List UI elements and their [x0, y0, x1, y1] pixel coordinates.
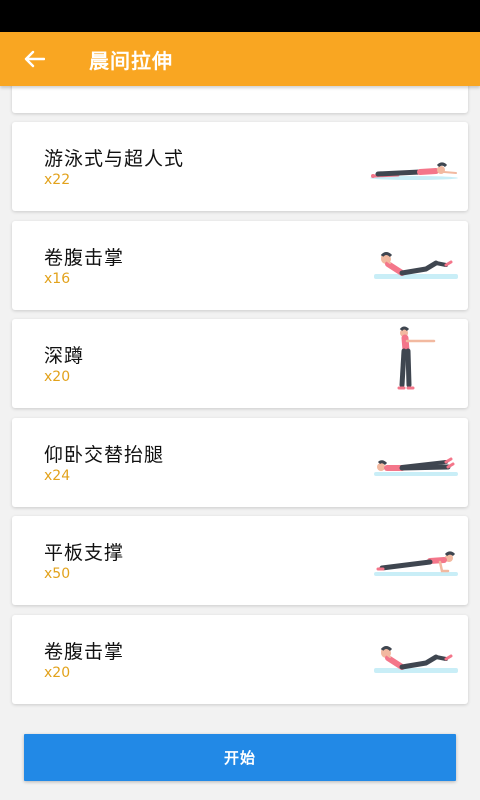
exercise-list[interactable]: x20 游泳式与超人式 x22 卷腹击掌 x16	[0, 86, 480, 714]
superman-exercise-icon	[370, 162, 458, 180]
exercise-card[interactable]: 卷腹击掌 x20	[12, 615, 468, 704]
start-button[interactable]: 开始	[24, 734, 456, 781]
arrow-left-icon	[24, 50, 45, 68]
exercise-reps: x16	[44, 271, 71, 287]
crunch-exercise-icon	[374, 252, 458, 279]
leg-raise-exercise-icon	[374, 457, 458, 476]
exercise-name: 深蹲	[44, 345, 85, 367]
page-title: 晨间拉伸	[89, 48, 173, 73]
squat-exercise-icon	[397, 326, 436, 390]
exercise-reps: x20	[44, 369, 71, 385]
status-bar	[0, 0, 480, 32]
app-bar: 晨间拉伸	[0, 32, 480, 86]
exercise-reps: x50	[44, 566, 71, 582]
exercise-name: 平板支撑	[44, 542, 125, 564]
exercise-reps: x20	[44, 86, 70, 90]
exercise-card[interactable]: 深蹲 x20	[12, 319, 468, 408]
exercise-card[interactable]: 仰卧交替抬腿 x24	[12, 418, 468, 507]
exercise-reps: x22	[44, 172, 71, 188]
exercise-card[interactable]: 平板支撑 x50	[12, 516, 468, 605]
plank-exercise-icon	[374, 551, 458, 576]
crunch-exercise-icon	[374, 646, 458, 673]
exercise-reps: x20	[44, 665, 71, 681]
exercise-name: 卷腹击掌	[44, 247, 125, 269]
exercise-reps: x24	[44, 468, 71, 484]
exercise-card[interactable]: x20	[12, 86, 468, 113]
exercise-card[interactable]: 游泳式与超人式 x22	[12, 122, 468, 211]
back-button[interactable]	[17, 42, 51, 76]
exercise-name: 卷腹击掌	[44, 641, 125, 663]
exercise-name: 仰卧交替抬腿	[44, 444, 165, 466]
exercise-name: 游泳式与超人式	[44, 148, 185, 170]
exercise-card[interactable]: 卷腹击掌 x16	[12, 221, 468, 310]
footer: 开始	[0, 714, 480, 800]
